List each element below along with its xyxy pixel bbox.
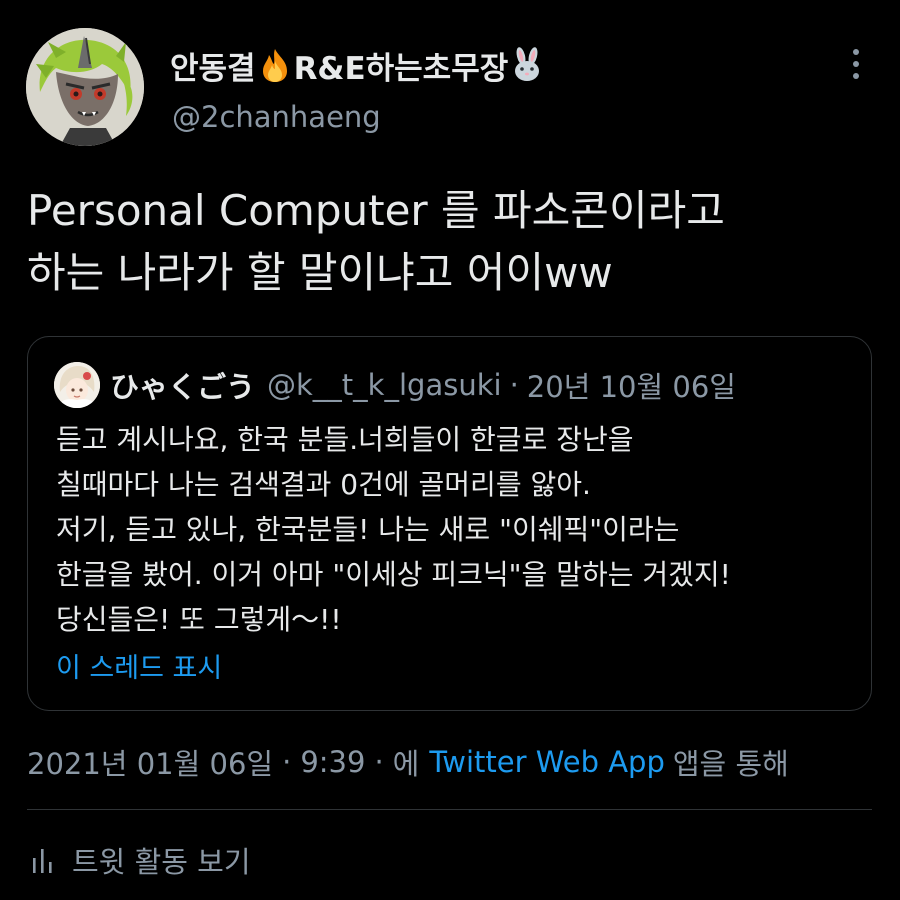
view-tweet-activity-button[interactable]: 트윗 활동 보기	[30, 838, 251, 882]
quote-body-line: 당신들은! 또 그렇게～!!	[56, 603, 342, 636]
tweet-time[interactable]: 9:39	[300, 745, 365, 779]
quote-author-avatar[interactable]	[54, 362, 100, 408]
more-dot-1	[853, 49, 859, 55]
quote-body-line: 칠때마다 나는 검색결과 0건에 골머리를 앓아.	[56, 468, 591, 501]
divider	[27, 809, 872, 810]
author-handle[interactable]: @2chanhaeng	[172, 100, 381, 134]
quote-body-line: 저기, 듣고 있나, 한국분들! 나는 새로 "이쉐픽"이라는	[56, 513, 680, 546]
display-name-text-1: 안동결	[170, 50, 256, 87]
quote-date[interactable]: 20년 10월 06일	[527, 364, 736, 406]
tweet-date[interactable]: 2021년 01월 06일	[27, 741, 273, 783]
bar-chart-icon	[30, 845, 56, 875]
quote-author-name[interactable]: ひゃくごう	[110, 364, 255, 406]
quote-author-handle[interactable]: @k__t_k_lgasuki	[267, 368, 502, 402]
more-dot-3	[853, 73, 859, 79]
quote-body-line: 듣고 계시나요, 한국 분들.너희들이 한글로 장난을	[56, 423, 634, 456]
tweet-text-line: Personal Computer 를 파소콘이라고	[27, 186, 725, 235]
quoted-tweet-card[interactable]: ひゃくごう @k__t_k_lgasuki · 20년 10월 06일 듣고 계…	[27, 336, 872, 711]
author-avatar[interactable]	[26, 28, 144, 146]
show-thread-link[interactable]: 이 스레드 표시	[56, 646, 222, 685]
fire-emoji-icon	[257, 47, 293, 83]
source-prefix: 에	[392, 747, 420, 781]
author-display-name[interactable]: 안동결 R&E하는초무장	[170, 40, 546, 90]
source-suffix: 앱을 통해	[672, 747, 789, 781]
meta-separator: ·	[282, 745, 292, 779]
more-dot-2	[853, 61, 859, 67]
quote-body-line: 한글을 봤어. 이거 아마 "이세상 피크닉"을 말하는 거겠지!	[56, 558, 731, 591]
tweet-text: Personal Computer 를 파소콘이라고 하는 나라가 할 말이냐고…	[27, 180, 877, 304]
tweet-text-line: 하는 나라가 할 말이냐고 어이ww	[27, 248, 613, 297]
activity-label: 트윗 활동 보기	[72, 845, 251, 879]
quote-header: ひゃくごう @k__t_k_lgasuki · 20년 10월 06일	[110, 363, 736, 407]
meta-separator: ·	[374, 745, 384, 779]
display-name-text-2: R&E하는초무장	[293, 50, 509, 87]
tweet-meta: 2021년 01월 06일 · 9:39 · 에 Twitter Web App…	[27, 740, 789, 784]
rabbit-emoji-icon	[509, 47, 545, 83]
source-app-link[interactable]: Twitter Web App	[429, 745, 665, 779]
quote-body: 듣고 계시나요, 한국 분들.너희들이 한글로 장난을 칠때마다 나는 검색결과…	[56, 417, 856, 642]
more-options-icon[interactable]	[840, 44, 872, 84]
quote-separator: ·	[509, 368, 519, 402]
